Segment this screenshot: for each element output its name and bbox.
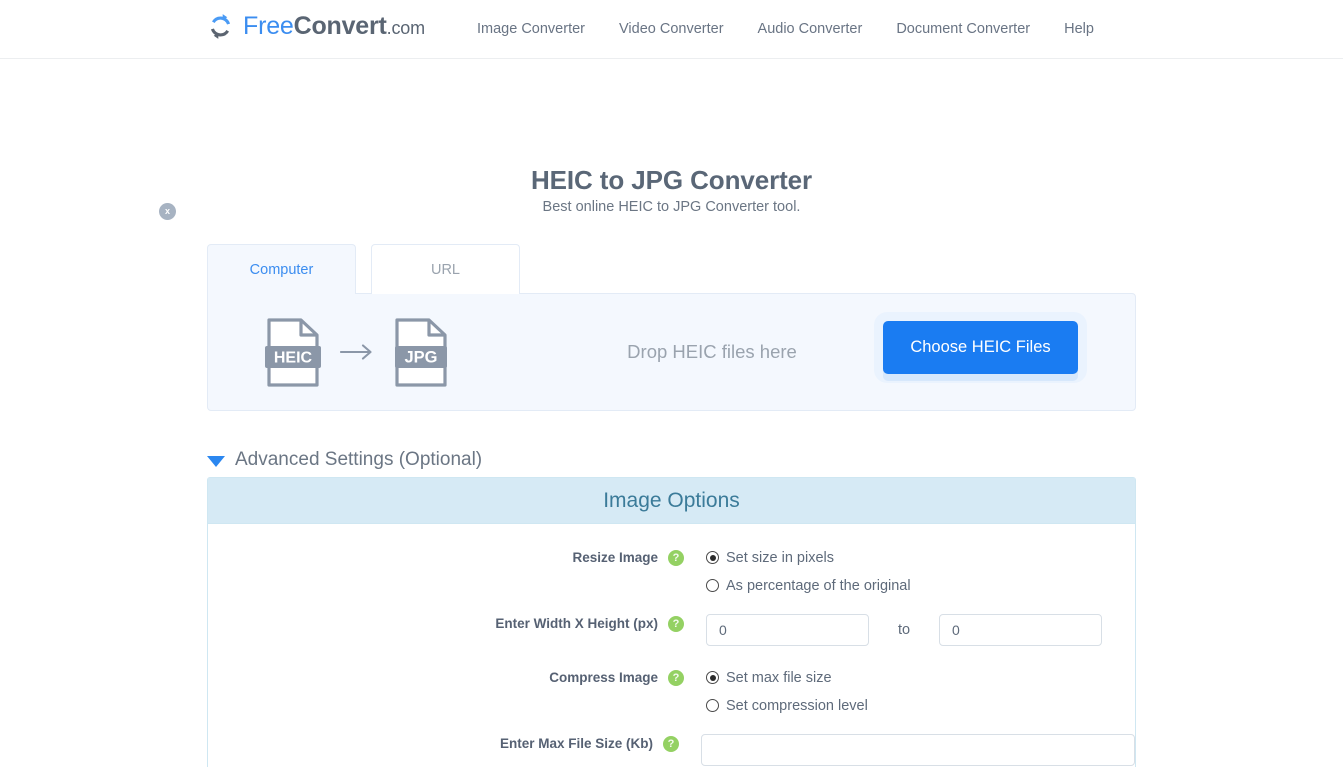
- option-row-width-height: Enter Width X Height (px) ? to: [208, 614, 1135, 646]
- page-subtitle: Best online HEIC to JPG Converter tool.: [542, 199, 801, 215]
- arrow-right-icon: [340, 344, 372, 360]
- caret-down-icon: [207, 455, 225, 467]
- dropzone[interactable]: HEIC JPG Drop HEIC files here Choose HEI…: [207, 293, 1136, 411]
- compress-image-choices: Set max file size Set compression level: [706, 668, 868, 715]
- radio-indicator: [706, 579, 719, 592]
- choose-files-button[interactable]: Choose HEIC Files: [883, 321, 1078, 374]
- nav-item-video-converter[interactable]: Video Converter: [602, 0, 741, 59]
- heic-file-icon: HEIC: [265, 317, 321, 387]
- radio-set-max-file-size[interactable]: Set max file size: [706, 668, 868, 687]
- max-file-size-input[interactable]: [701, 734, 1135, 766]
- page-title: HEIC to JPG Converter: [530, 165, 813, 196]
- nav-item-audio-converter[interactable]: Audio Converter: [741, 0, 880, 59]
- max-file-size-label: Enter Max File Size (Kb): [499, 736, 653, 751]
- advanced-settings-toggle[interactable]: Advanced Settings (Optional): [207, 449, 482, 471]
- radio-indicator: [706, 671, 719, 684]
- option-row-compress-image: Compress Image ? Set max file size Set c…: [208, 668, 1135, 715]
- brand-free: Free: [243, 12, 294, 40]
- brand-convert: Convert: [293, 12, 387, 40]
- help-icon-max-file-size[interactable]: ?: [663, 736, 679, 752]
- height-input[interactable]: [939, 614, 1102, 646]
- close-icon[interactable]: x: [159, 203, 176, 220]
- max-file-size-field: [701, 734, 1135, 766]
- refresh-circle-icon: [210, 14, 231, 39]
- tab-url[interactable]: URL: [371, 244, 520, 294]
- radio-label: Set compression level: [726, 697, 868, 714]
- page-body: HEIC to JPG Converter Best online HEIC t…: [0, 59, 1343, 767]
- resize-image-choices: Set size in pixels As percentage of the …: [706, 548, 911, 595]
- choose-files-wrap: Choose HEIC Files: [883, 321, 1078, 374]
- width-height-fields: to: [706, 614, 1102, 646]
- help-icon-width-height[interactable]: ?: [668, 616, 684, 632]
- radio-indicator: [706, 551, 719, 564]
- radio-label: As percentage of the original: [726, 577, 911, 594]
- radio-label: Set max file size: [726, 669, 832, 686]
- radio-indicator: [706, 699, 719, 712]
- site-header: FreeConvert.com Image Converter Video Co…: [0, 0, 1343, 59]
- radio-as-percentage-of-original[interactable]: As percentage of the original: [706, 576, 911, 595]
- brand-dotcom: .com: [386, 18, 425, 38]
- main-nav: Image Converter Video Converter Audio Co…: [460, 0, 1111, 59]
- nav-item-document-converter[interactable]: Document Converter: [879, 0, 1047, 59]
- brand-logo[interactable]: FreeConvert.com: [207, 13, 425, 40]
- help-icon-resize-image[interactable]: ?: [668, 550, 684, 566]
- tab-computer[interactable]: Computer: [207, 244, 356, 294]
- radio-set-size-in-pixels[interactable]: Set size in pixels: [706, 548, 911, 567]
- resize-image-label: Resize Image: [572, 550, 658, 565]
- radio-set-compression-level[interactable]: Set compression level: [706, 696, 868, 715]
- nav-item-image-converter[interactable]: Image Converter: [460, 0, 602, 59]
- width-height-separator: to: [897, 622, 911, 638]
- format-conversion-graphic: HEIC JPG: [265, 317, 449, 387]
- upload-section: Computer URL HEIC JPG Drop HEIC files he…: [207, 244, 1136, 411]
- option-row-resize-image: Resize Image ? Set size in pixels As per…: [208, 548, 1135, 595]
- advanced-settings-label: Advanced Settings (Optional): [235, 449, 483, 470]
- compress-image-label: Compress Image: [549, 670, 658, 685]
- image-options-title: Image Options: [208, 478, 1135, 524]
- width-input[interactable]: [706, 614, 869, 646]
- option-row-max-file-size: Enter Max File Size (Kb) ?: [208, 734, 1135, 766]
- svg-text:HEIC: HEIC: [274, 349, 313, 366]
- width-height-label: Enter Width X Height (px): [495, 616, 658, 631]
- help-icon-compress-image[interactable]: ?: [668, 670, 684, 686]
- source-tabs: Computer URL: [207, 244, 1136, 294]
- radio-label: Set size in pixels: [726, 549, 834, 566]
- image-options-panel: Image Options Resize Image ? Set size in…: [207, 477, 1136, 767]
- nav-item-help[interactable]: Help: [1047, 0, 1111, 59]
